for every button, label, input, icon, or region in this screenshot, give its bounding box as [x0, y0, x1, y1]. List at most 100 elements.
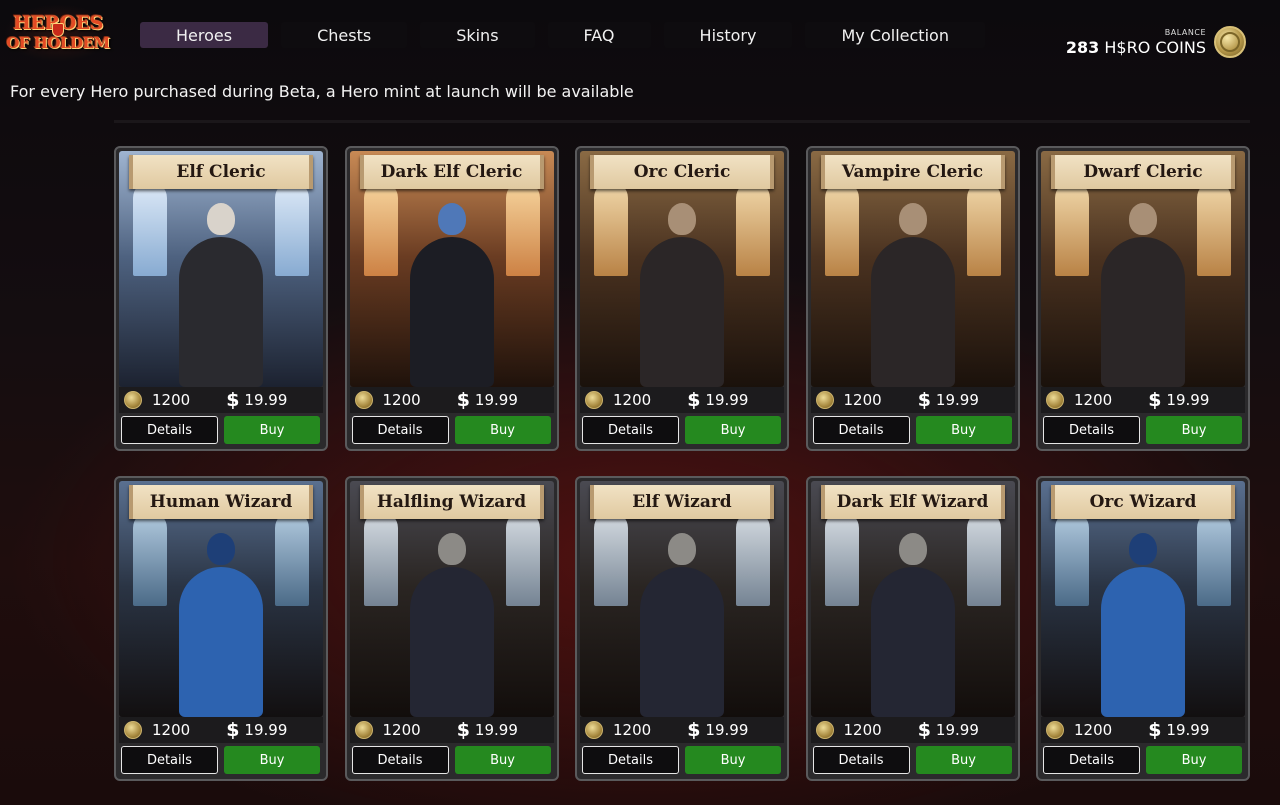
- hero-artwork: Vampire Cleric: [810, 151, 1015, 387]
- hero-card-dwarf-cleric[interactable]: Dwarf Cleric 1200 $ 19.99 Details Buy: [1036, 146, 1250, 451]
- coin-price: 1200: [843, 391, 882, 409]
- beta-notice: For every Hero purchased during Beta, a …: [10, 82, 634, 101]
- coin-icon: [815, 391, 834, 409]
- heroes-of-holdem-logo[interactable]: HEROES OF HOLDEM: [4, 4, 112, 62]
- details-button[interactable]: Details: [582, 416, 679, 444]
- coin-price: 1200: [613, 391, 652, 409]
- buy-button[interactable]: Buy: [224, 746, 320, 774]
- cathedral-window-left: [133, 511, 167, 606]
- card-actions: Details Buy: [582, 416, 781, 444]
- price-row: 1200 $ 19.99: [1041, 387, 1245, 413]
- price-row: 1200 $ 19.99: [810, 717, 1015, 743]
- cathedral-window-left: [1055, 511, 1089, 606]
- hero-artwork: Dark Elf Cleric: [349, 151, 554, 387]
- main-nav: Heroes Chests Skins FAQ History My Colle…: [140, 22, 998, 48]
- buy-button[interactable]: Buy: [1146, 416, 1242, 444]
- details-button[interactable]: Details: [812, 416, 910, 444]
- details-button[interactable]: Details: [1043, 416, 1140, 444]
- details-button[interactable]: Details: [351, 416, 449, 444]
- hero-head: [207, 533, 235, 565]
- coin-icon: [124, 721, 142, 739]
- cathedral-window-left: [594, 181, 628, 276]
- tab-history[interactable]: History: [663, 22, 793, 48]
- hero-figure: [640, 237, 724, 387]
- buy-button[interactable]: Buy: [915, 746, 1012, 774]
- hero-artwork: Dwarf Cleric: [1041, 151, 1245, 387]
- cathedral-window-left: [133, 181, 167, 276]
- hero-head: [668, 203, 696, 235]
- dollar-icon: $: [687, 719, 701, 741]
- hero-artwork: Halfling Wizard: [349, 481, 554, 717]
- card-actions: Details Buy: [812, 416, 1012, 444]
- cathedral-window-right: [966, 511, 1001, 606]
- hero-artwork: Orc Cleric: [580, 151, 784, 387]
- coin-icon: [585, 721, 603, 739]
- price-row: 1200 $ 19.99: [1041, 717, 1245, 743]
- coin-price: 1200: [152, 391, 191, 409]
- buy-button[interactable]: Buy: [1146, 746, 1242, 774]
- hero-figure: [1101, 237, 1185, 387]
- hero-card-orc-cleric[interactable]: Orc Cleric 1200 $ 19.99 Details Buy: [575, 146, 789, 451]
- details-button[interactable]: Details: [1043, 746, 1140, 774]
- cathedral-window-right: [1197, 181, 1231, 276]
- tab-faq[interactable]: FAQ: [547, 22, 651, 48]
- hero-name-banner: Orc Wizard: [1051, 485, 1235, 519]
- hero-card-human-wizard[interactable]: Human Wizard 1200 $ 19.99 Details Buy: [114, 476, 328, 781]
- hero-card-dark-elf-cleric[interactable]: Dark Elf Cleric 1200 $ 19.99 Details Buy: [344, 146, 559, 451]
- dollar-icon: $: [917, 389, 931, 411]
- hero-figure: [870, 237, 955, 387]
- hero-head: [898, 203, 927, 235]
- tab-chests[interactable]: Chests: [281, 22, 408, 48]
- coin-icon: [585, 391, 603, 409]
- price-row: 1200 $ 19.99: [580, 387, 784, 413]
- hero-figure: [1101, 567, 1185, 717]
- hero-grid: Elf Cleric 1200 $ 19.99 Details Buy Dark…: [114, 146, 1254, 805]
- details-button[interactable]: Details: [812, 746, 910, 774]
- hero-card-orc-wizard[interactable]: Orc Wizard 1200 $ 19.99 Details Buy: [1036, 476, 1250, 781]
- divider: [114, 120, 1250, 123]
- buy-button[interactable]: Buy: [915, 416, 1012, 444]
- hero-card-elf-cleric[interactable]: Elf Cleric 1200 $ 19.99 Details Buy: [114, 146, 328, 451]
- card-actions: Details Buy: [121, 416, 320, 444]
- details-button[interactable]: Details: [582, 746, 679, 774]
- card-actions: Details Buy: [351, 416, 551, 444]
- hero-name-banner: Dark Elf Cleric: [359, 155, 544, 189]
- dollar-icon: $: [456, 719, 470, 741]
- usd-price: 19.99: [705, 391, 749, 409]
- tab-skins[interactable]: Skins: [420, 22, 535, 48]
- details-button[interactable]: Details: [121, 746, 218, 774]
- hero-row: Human Wizard 1200 $ 19.99 Details Buy Ha…: [114, 476, 1254, 781]
- hero-name-banner: Dwarf Cleric: [1051, 155, 1235, 189]
- hero-card-halfling-wizard[interactable]: Halfling Wizard 1200 $ 19.99 Details Buy: [344, 476, 559, 781]
- buy-button[interactable]: Buy: [454, 746, 551, 774]
- hero-name-banner: Elf Cleric: [129, 155, 313, 189]
- tab-my-collection[interactable]: My Collection: [805, 22, 985, 48]
- hero-name-banner: Human Wizard: [129, 485, 313, 519]
- hero-head: [1129, 203, 1157, 235]
- hero-card-vampire-cleric[interactable]: Vampire Cleric 1200 $ 19.99 Details Buy: [805, 146, 1020, 451]
- coin-balance: BALANCE 283 H$RO COINS: [1066, 26, 1246, 58]
- card-actions: Details Buy: [812, 746, 1012, 774]
- hero-name-banner: Dark Elf Wizard: [820, 485, 1005, 519]
- card-actions: Details Buy: [1043, 416, 1242, 444]
- hero-name-banner: Orc Cleric: [590, 155, 774, 189]
- buy-button[interactable]: Buy: [454, 416, 551, 444]
- cathedral-window-right: [736, 511, 770, 606]
- coin-icon: [354, 721, 373, 739]
- coin-price: 1200: [843, 721, 882, 739]
- buy-button[interactable]: Buy: [224, 416, 320, 444]
- details-button[interactable]: Details: [121, 416, 218, 444]
- details-button[interactable]: Details: [351, 746, 449, 774]
- hero-figure: [640, 567, 724, 717]
- price-row: 1200 $ 19.99: [580, 717, 784, 743]
- hero-card-dark-elf-wizard[interactable]: Dark Elf Wizard 1200 $ 19.99 Details Buy: [805, 476, 1020, 781]
- cathedral-window-left: [824, 181, 859, 276]
- tab-heroes[interactable]: Heroes: [140, 22, 269, 48]
- buy-button[interactable]: Buy: [685, 746, 781, 774]
- buy-button[interactable]: Buy: [685, 416, 781, 444]
- hero-artwork: Elf Wizard: [580, 481, 784, 717]
- hero-row: Elf Cleric 1200 $ 19.99 Details Buy Dark…: [114, 146, 1254, 451]
- balance-currency: H$RO COINS: [1104, 37, 1206, 57]
- hero-card-elf-wizard[interactable]: Elf Wizard 1200 $ 19.99 Details Buy: [575, 476, 789, 781]
- hero-head: [898, 533, 927, 565]
